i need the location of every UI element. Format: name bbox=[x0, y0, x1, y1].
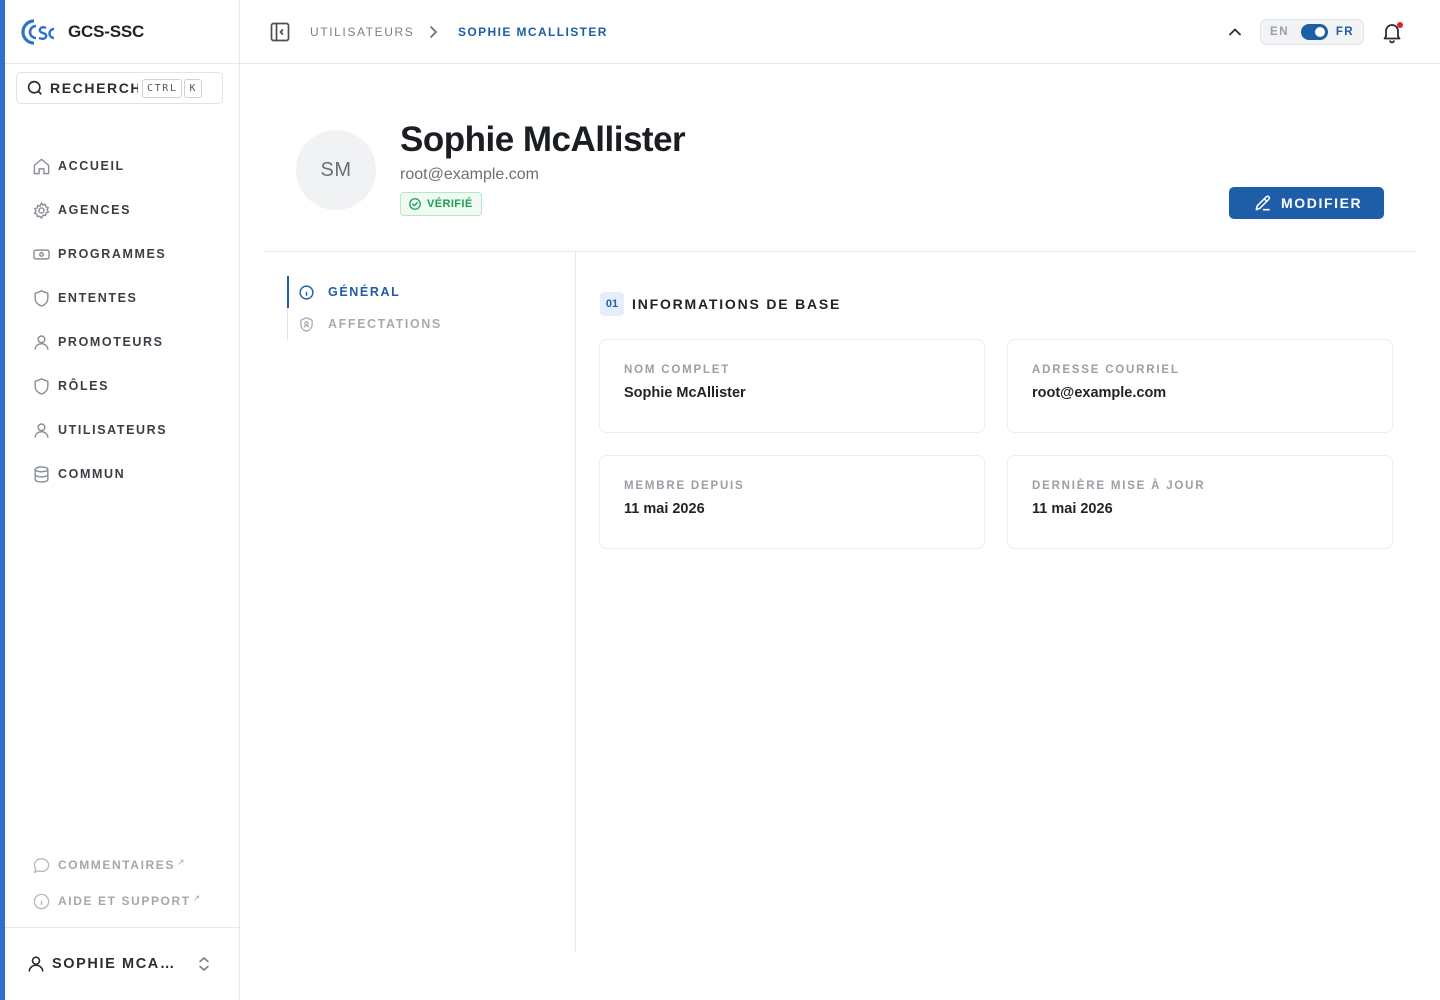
sidebar-item-label: PROMOTEURS bbox=[58, 335, 164, 349]
user-icon bbox=[34, 422, 49, 438]
language-fr[interactable]: FR bbox=[1336, 26, 1354, 38]
user-icon bbox=[28, 956, 44, 972]
pencil-icon bbox=[1255, 195, 1271, 211]
sidebar-nav: ACCUEIL AGENCES PROGRAMMES ENTENTES PROM… bbox=[5, 144, 239, 496]
field-card-last-updated: DERNIÈRE MISE À JOUR 11 mai 2026 bbox=[1007, 455, 1393, 549]
help-link[interactable]: AIDE ET SUPPORT ↗ bbox=[5, 883, 239, 919]
field-value: 11 mai 2026 bbox=[1032, 501, 1113, 517]
field-card-email: ADRESSE COURRIEL root@example.com bbox=[1007, 339, 1393, 433]
tab-label: GÉNÉRAL bbox=[328, 285, 401, 299]
database-icon bbox=[34, 465, 49, 483]
breadcrumb-parent[interactable]: UTILISATEURS bbox=[310, 25, 414, 39]
tab-affectations[interactable]: AFFECTATIONS bbox=[288, 308, 547, 340]
edit-label: MODIFIER bbox=[1281, 195, 1363, 211]
sidebar-item-label: PROGRAMMES bbox=[58, 247, 167, 261]
sidebar-toggle-icon[interactable] bbox=[269, 21, 291, 43]
shield-icon bbox=[34, 377, 49, 395]
sidebar-item-label: RÔLES bbox=[58, 379, 110, 393]
search-label: RECHERCHER bbox=[50, 80, 138, 96]
user-name: SOPHIE MCALLISTER bbox=[52, 956, 184, 972]
field-value: Sophie McAllister bbox=[624, 385, 746, 401]
tab-label: AFFECTATIONS bbox=[328, 317, 442, 331]
search-button[interactable]: RECHERCHER CTRL K bbox=[16, 72, 223, 104]
check-circle-icon bbox=[409, 198, 421, 210]
language-switch[interactable] bbox=[1301, 24, 1328, 40]
section-number: 01 bbox=[600, 292, 624, 316]
header-divider bbox=[264, 251, 1416, 252]
help-label: AIDE ET SUPPORT bbox=[58, 894, 191, 908]
external-link-icon: ↗ bbox=[192, 892, 201, 903]
feedback-label: COMMENTAIRES bbox=[58, 858, 175, 872]
info-icon bbox=[299, 284, 314, 300]
sidebar: GCS-SSC RECHERCHER CTRL K ACCUEIL AGENCE… bbox=[5, 0, 240, 1000]
edit-button[interactable]: MODIFIER bbox=[1229, 187, 1384, 219]
sidebar-item-utilisateurs[interactable]: UTILISATEURS bbox=[5, 408, 239, 452]
shortcut-k: K bbox=[184, 78, 203, 98]
sidebar-item-label: UTILISATEURS bbox=[58, 423, 168, 437]
chevron-up-icon[interactable] bbox=[1225, 22, 1245, 42]
section-title: INFORMATIONS DE BASE bbox=[632, 296, 842, 312]
banknote-icon bbox=[33, 248, 50, 260]
field-label: ADRESSE COURRIEL bbox=[1032, 364, 1180, 376]
verified-badge: VÉRIFIÉ bbox=[400, 192, 482, 216]
search-icon bbox=[27, 80, 42, 95]
gear-icon bbox=[33, 201, 50, 219]
content-divider bbox=[575, 252, 576, 952]
tab-general[interactable]: GÉNÉRAL bbox=[287, 276, 547, 308]
feedback-link[interactable]: COMMENTAIRES ↗ bbox=[5, 847, 239, 883]
shield-user-icon bbox=[300, 316, 313, 332]
page-title: Sophie McAllister bbox=[400, 120, 686, 159]
sidebar-item-agences[interactable]: AGENCES bbox=[5, 188, 239, 232]
avatar: SM bbox=[296, 130, 376, 210]
profile-email: root@example.com bbox=[400, 166, 539, 183]
sidebar-item-label: ACCUEIL bbox=[58, 159, 125, 173]
language-en[interactable]: EN bbox=[1270, 26, 1289, 38]
sidebar-footer-links: COMMENTAIRES ↗ AIDE ET SUPPORT ↗ bbox=[5, 847, 239, 919]
sidebar-item-accueil[interactable]: ACCUEIL bbox=[5, 144, 239, 188]
chevron-right-icon bbox=[430, 26, 438, 38]
message-icon bbox=[33, 857, 50, 873]
sidebar-item-programmes[interactable]: PROGRAMMES bbox=[5, 232, 239, 276]
sidebar-item-roles[interactable]: RÔLES bbox=[5, 364, 239, 408]
field-card-member-since: MEMBRE DEPUIS 11 mai 2026 bbox=[599, 455, 985, 549]
brand[interactable]: GCS-SSC bbox=[5, 0, 239, 64]
notifications-button[interactable] bbox=[1380, 20, 1404, 44]
sidebar-item-ententes[interactable]: ENTENTES bbox=[5, 276, 239, 320]
info-icon bbox=[33, 893, 50, 909]
notification-dot bbox=[1397, 22, 1403, 28]
field-value: root@example.com bbox=[1032, 385, 1167, 401]
sidebar-item-label: COMMUN bbox=[58, 467, 126, 481]
shield-icon bbox=[34, 289, 49, 307]
shortcut-ctrl: CTRL bbox=[142, 78, 183, 98]
breadcrumb-current: SOPHIE MCALLISTER bbox=[458, 25, 608, 39]
topbar: UTILISATEURS SOPHIE MCALLISTER EN FR bbox=[240, 0, 1440, 64]
brand-logo-icon bbox=[16, 16, 56, 48]
external-link-icon: ↗ bbox=[176, 856, 185, 867]
chevron-up-down-icon bbox=[199, 957, 209, 971]
language-toggle[interactable]: EN FR bbox=[1260, 19, 1364, 45]
field-label: MEMBRE DEPUIS bbox=[624, 480, 745, 492]
sidebar-item-promoteurs[interactable]: PROMOTEURS bbox=[5, 320, 239, 364]
user-icon bbox=[34, 334, 49, 350]
field-card-full-name: NOM COMPLET Sophie McAllister bbox=[599, 339, 985, 433]
brand-name: GCS-SSC bbox=[68, 21, 145, 41]
sidebar-item-label: ENTENTES bbox=[58, 291, 138, 305]
sidebar-item-commun[interactable]: COMMUN bbox=[5, 452, 239, 496]
verified-label: VÉRIFIÉ bbox=[427, 198, 473, 210]
sidebar-item-label: AGENCES bbox=[58, 203, 132, 217]
field-label: NOM COMPLET bbox=[624, 364, 731, 376]
field-value: 11 mai 2026 bbox=[624, 501, 705, 517]
profile-tabs: GÉNÉRAL AFFECTATIONS bbox=[287, 276, 547, 340]
user-menu[interactable]: SOPHIE MCALLISTER bbox=[5, 927, 239, 1000]
home-icon bbox=[33, 158, 50, 174]
field-label: DERNIÈRE MISE À JOUR bbox=[1032, 480, 1206, 492]
